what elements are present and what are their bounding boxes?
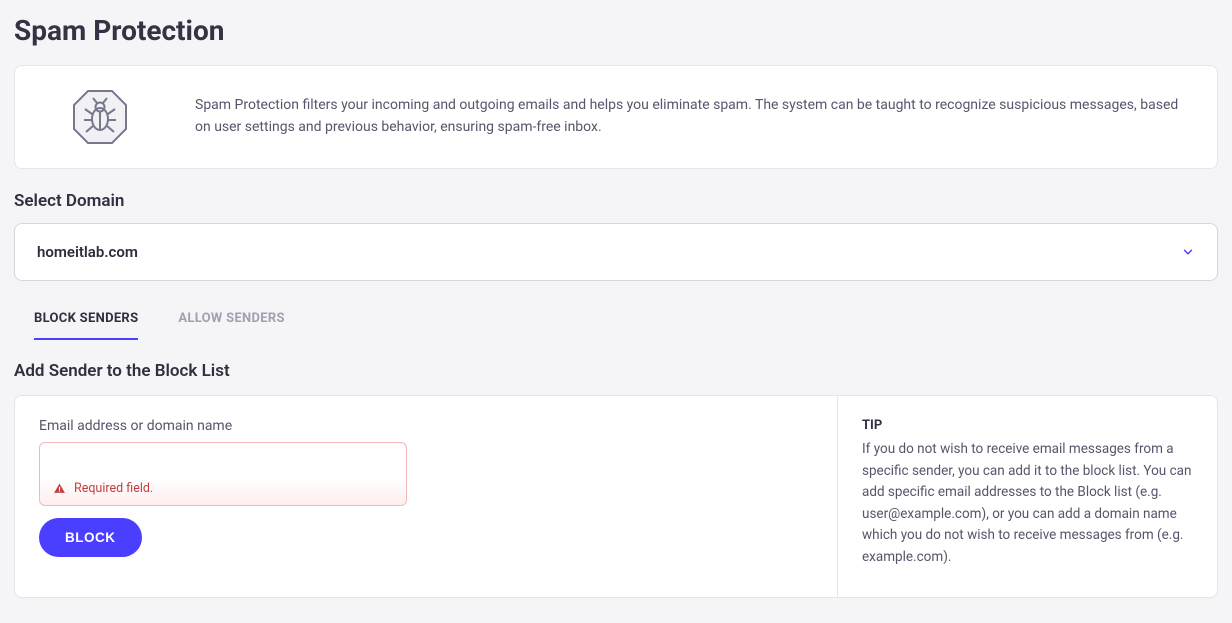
block-button[interactable]: BLOCK [39,518,142,557]
select-domain-label: Select Domain [14,191,1218,211]
domain-select-value: homeitlab.com [37,243,138,261]
email-or-domain-input[interactable] [39,442,407,506]
chevron-down-icon [1181,245,1195,259]
tip-body: If you do not wish to receive email mess… [862,439,1193,569]
intro-card: Spam Protection filters your incoming an… [14,65,1218,169]
email-field-label: Email address or domain name [39,418,813,434]
sender-tabs: BLOCK SENDERS ALLOW SENDERS [14,311,1218,341]
page-title: Spam Protection [14,14,1218,47]
tip-title: TIP [862,418,1193,433]
block-form-heading: Add Sender to the Block List [14,361,1218,381]
block-panel: Email address or domain name Required fi… [14,395,1218,598]
domain-select[interactable]: homeitlab.com [14,223,1218,281]
intro-description: Spam Protection filters your incoming an… [195,95,1187,138]
spam-bug-icon [45,88,155,146]
tab-allow-senders[interactable]: ALLOW SENDERS [178,311,284,340]
tab-block-senders[interactable]: BLOCK SENDERS [34,311,138,340]
